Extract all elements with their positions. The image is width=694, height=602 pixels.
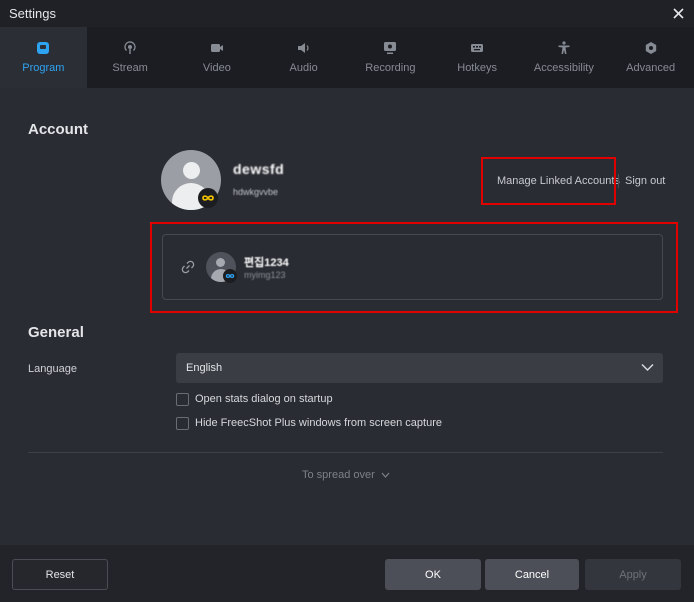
video-icon [210, 44, 223, 52]
tab-stream[interactable]: Stream [87, 27, 174, 88]
account-username: dewsfd [233, 161, 285, 177]
checkbox-label: Open stats dialog on startup [195, 393, 333, 405]
tab-label: Video [202, 62, 231, 74]
chevron-down-icon [641, 363, 654, 372]
tab-accessibility[interactable]: Accessibility [521, 27, 608, 88]
chevron-down-icon [381, 472, 390, 478]
tab-audio[interactable]: Audio [260, 27, 347, 88]
divider [618, 174, 619, 188]
expand-label: To spread over [302, 469, 375, 481]
stream-icon [124, 41, 136, 54]
accessibility-icon [558, 41, 570, 54]
tab-label: Stream [112, 62, 148, 74]
settings-tabs: Program Stream Video Audio Recording Hot… [0, 27, 694, 88]
hotkeys-icon [471, 44, 484, 52]
account-heading: Account [28, 121, 88, 138]
tab-hotkeys[interactable]: Hotkeys [434, 27, 521, 88]
divider [28, 452, 663, 453]
tab-label: Recording [365, 62, 416, 74]
window-title: Settings [9, 6, 56, 21]
tab-video[interactable]: Video [174, 27, 261, 88]
open-stats-checkbox[interactable]: Open stats dialog on startup [176, 391, 333, 407]
apply-button[interactable]: Apply [585, 559, 681, 590]
sign-out-button[interactable]: Sign out [625, 175, 665, 187]
language-label: Language [28, 363, 77, 375]
checkbox-box[interactable] [176, 392, 189, 406]
recording-icon [384, 42, 397, 54]
program-icon [37, 42, 50, 54]
language-value: English [186, 362, 223, 374]
expand-toggle[interactable]: To spread over [302, 469, 390, 481]
tab-label: Audio [289, 62, 318, 74]
close-icon [672, 7, 684, 19]
advanced-icon [645, 42, 656, 54]
tab-label: Accessibility [533, 62, 594, 74]
tab-program[interactable]: Program [0, 27, 87, 88]
checkbox-box[interactable] [176, 416, 189, 430]
language-select[interactable]: English [176, 353, 663, 383]
highlight-box [150, 222, 678, 313]
tab-label: Advanced [626, 62, 676, 74]
account-user-id: hdwkgvvbe [233, 187, 279, 197]
general-heading: General [28, 324, 84, 341]
tab-label: Program [22, 62, 65, 74]
reset-button[interactable]: Reset [12, 559, 108, 590]
dialog-footer: Reset OK Cancel Apply [0, 545, 694, 602]
cancel-button[interactable]: Cancel [485, 559, 579, 590]
tab-recording[interactable]: Recording [347, 27, 434, 88]
ok-button[interactable]: OK [385, 559, 481, 590]
infinity-badge-icon [198, 188, 218, 208]
checkbox-label: Hide FreecShot Plus windows from screen … [195, 417, 442, 429]
settings-content: Account dewsfd hdwkgvvbe Manage Linked A… [0, 88, 694, 545]
tab-advanced[interactable]: Advanced [607, 27, 694, 88]
highlight-box [481, 157, 616, 205]
hide-from-capture-checkbox[interactable]: Hide FreecShot Plus windows from screen … [176, 415, 442, 431]
title-bar: Settings [0, 0, 694, 27]
tab-label: Hotkeys [457, 62, 497, 74]
audio-icon [297, 43, 309, 53]
close-button[interactable] [668, 3, 688, 23]
